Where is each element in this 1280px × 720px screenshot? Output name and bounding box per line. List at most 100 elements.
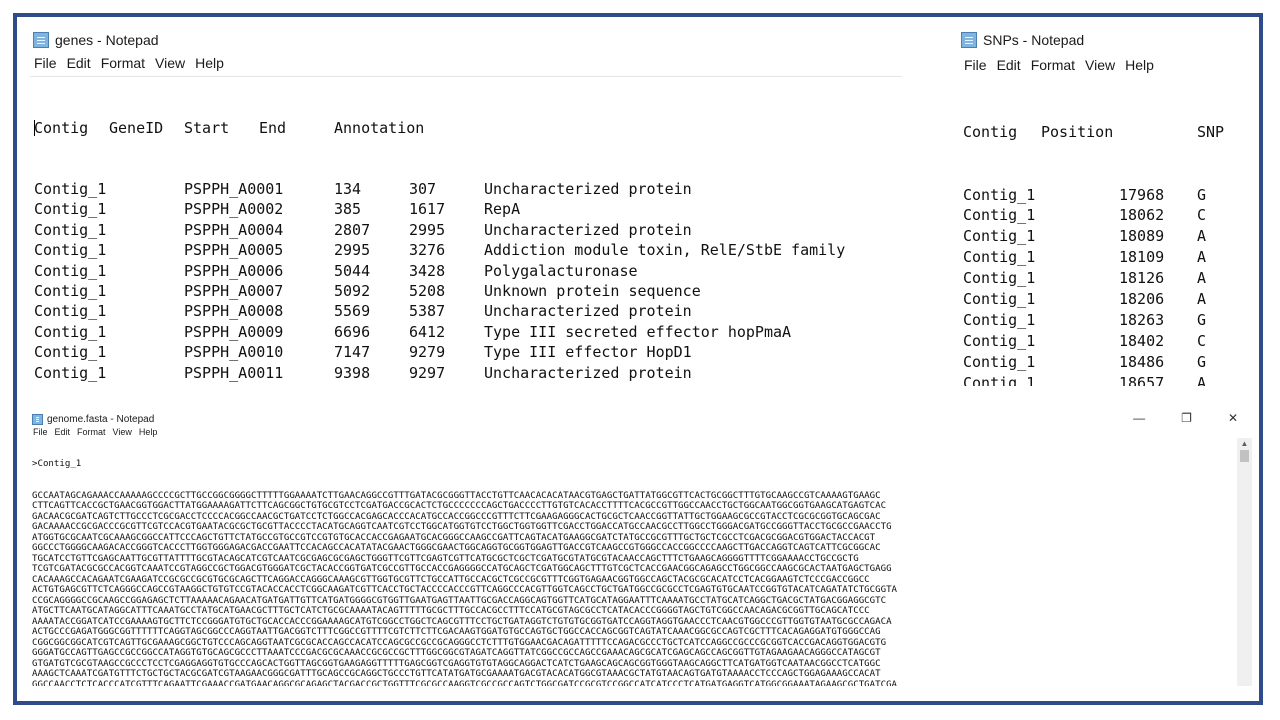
genes-header-row: Contig GeneID Start End Annotation [34, 118, 902, 138]
sequence-line: GTGATGTCGCGTAAGCCGCCCTCCTCGAGGAGGTGTGCCC… [32, 658, 881, 669]
cell-start: 9398 [334, 363, 371, 382]
cell-annotation: Type III secreted effector hopPmaA [484, 322, 792, 341]
cell-start: 6696 [334, 322, 371, 341]
col-header-annotation: Annotation [334, 118, 425, 137]
minimize-icon[interactable]: — [1133, 411, 1145, 425]
cell-position: 18402 [1119, 331, 1165, 350]
cell-start: 134 [334, 180, 362, 199]
scrollbar-thumb[interactable] [1240, 450, 1249, 462]
fasta-text-area[interactable]: >Contig_1 GCCAATAGCAGAAACCAAAAAGCCCCGCTT… [28, 438, 1236, 686]
menu-help[interactable]: Help [195, 55, 224, 77]
cell-annotation: Uncharacterized protein [484, 180, 692, 199]
cell-geneid: PSPPH_A0005 [184, 241, 284, 260]
genes-text-area[interactable]: Contig GeneID Start End Annotation Contig_1 P… [30, 76, 902, 386]
table-row: Contig_1 17968 G [963, 185, 1248, 206]
menu-view[interactable]: View [155, 55, 185, 77]
notepad-icon [32, 413, 43, 425]
cell-annotation: RepA [484, 200, 521, 219]
cell-contig: Contig_1 [963, 269, 1036, 288]
cell-geneid: PSPPH_A0004 [184, 220, 284, 239]
sequence-line: ATGCTTCAATGCATAGGCATTTCAAATGCCTATGCATGAA… [32, 606, 870, 616]
cell-contig: Contig_1 [963, 227, 1036, 246]
table-row: Contig_1 18206 A [963, 289, 1248, 310]
sequence-line: CCGCAGGGGCCGCAAGCCGGAGAGCTCTTAAAAACAGAAC… [32, 595, 887, 606]
cell-position: 18657 [1119, 373, 1165, 386]
cell-annotation: Addiction module toxin, RelE/StbE family [484, 241, 846, 260]
cell-snp: C [1197, 331, 1207, 350]
table-row: Contig_1 18263 G [963, 310, 1248, 331]
cell-position: 18486 [1119, 352, 1165, 371]
cell-end: 6412 [409, 322, 446, 341]
table-row: Contig_1 18657 A [963, 373, 1248, 386]
cell-start: 385 [334, 200, 362, 219]
cell-start: 2995 [334, 241, 371, 260]
menu-edit[interactable]: Edit [997, 57, 1021, 79]
menu-help[interactable]: Help [1125, 57, 1154, 79]
cell-contig: Contig_1 [34, 220, 107, 239]
cell-position: 18089 [1119, 227, 1165, 246]
cell-start: 5044 [334, 261, 371, 280]
cell-snp: C [1197, 206, 1207, 225]
maximize-icon[interactable]: ❐ [1181, 411, 1192, 425]
col-header-end: End [259, 118, 287, 137]
cell-start: 10738 [334, 383, 409, 386]
menu-format[interactable]: Format [1031, 57, 1075, 79]
sequence-line: CACAAAGCCACAGAATCGAAGATCCGCGCCGCGTGCGCAG… [32, 574, 870, 585]
menu-format[interactable]: Format [101, 55, 145, 77]
scroll-up-icon[interactable]: ▲ [1237, 438, 1252, 450]
menu-edit[interactable]: Edit [67, 55, 91, 77]
close-icon[interactable]: ✕ [1228, 411, 1238, 425]
cell-contig: Contig_1 [34, 282, 107, 301]
sequence-line: ACTGTGAGCGTTCTCAGGGCCAGCCGTAAGGCTGTGTCCG… [32, 585, 898, 595]
snps-text-area[interactable]: Contig Position SNP Contig_1 17968 G Contig_1… [958, 80, 1248, 386]
genes-menubar: File Edit Format View Help [30, 55, 902, 77]
cell-geneid: PSPPH_A0001 [184, 180, 284, 199]
cell-geneid: PSPPH_A0012 [184, 383, 334, 386]
fasta-titlebar[interactable]: genome.fasta - Notepad — ❐ ✕ [28, 410, 1252, 428]
cell-contig: Contig_1 [34, 200, 107, 219]
cell-contig: Contig_1 [963, 310, 1036, 329]
cell-start: 2807 [334, 220, 371, 239]
table-row: Contig_1 18402 C [963, 331, 1248, 352]
sequence-line: GGGATGCCAGTTGAGCCGCCGGCCATAGGTGTGCAGCGCC… [32, 648, 881, 658]
table-row: Contig_1 PSPPH_A0007 5092 5208 Unknown prote… [34, 281, 902, 301]
menu-file[interactable]: File [964, 57, 987, 79]
cell-start: 7147 [334, 343, 371, 362]
cell-snp: G [1197, 310, 1207, 329]
col-header-contig: Contig [34, 118, 89, 137]
sequence-line: GGCCCTGGGGCAAGACACCGGGTCACCCTTGGTGGGAGAC… [32, 543, 881, 553]
notepad-icon [33, 32, 49, 48]
cell-contig: Contig_1 [34, 322, 107, 341]
cell-annotation: Uncharacterized protein [484, 220, 692, 239]
menu-file[interactable]: File [34, 55, 57, 77]
sequence-line: GACAAAACCGCGACCCGCGTTCGTCCACGTGAATACGCGC… [32, 522, 892, 532]
snps-menubar: File Edit Format View Help [958, 57, 1248, 79]
genes-titlebar[interactable]: genes - Notepad [30, 28, 902, 52]
col-header-position: Position [1041, 122, 1114, 141]
cell-end: 9395 [409, 383, 484, 386]
table-row: Contig_1 18062 C [963, 205, 1248, 226]
sequence-line: ATGGTGCGCAATCGCAAAGCGGCCATTCCCAGCTGTTCTA… [32, 532, 876, 543]
cell-contig: Contig_1 [963, 290, 1036, 309]
cell-contig: Contig_1 [34, 383, 184, 386]
sequence-line: GGCCAACCTCTCACCCATCGTTTCAGAATTCGAAACCGAT… [32, 679, 898, 687]
vertical-scrollbar[interactable]: ▲ [1237, 438, 1252, 686]
cell-end: 9279 [409, 343, 446, 362]
cell-geneid: PSPPH_A0002 [184, 200, 284, 219]
snps-notepad-window: SNPs - Notepad File Edit Format View Hel… [958, 28, 1248, 386]
menu-view[interactable]: View [1085, 57, 1115, 79]
cell-contig: Contig_1 [963, 373, 1036, 386]
cell-snp: G [1197, 185, 1207, 204]
col-header-start: Start [184, 118, 230, 137]
table-row: Contig_1 PSPPH_A0008 5569 5387 Uncharacteriz… [34, 301, 902, 321]
sequence-line: CGGCGGCGGCATCGTCAGTTGCGAAAGCGGCTGTCCCAGC… [32, 637, 887, 648]
cell-contig: Contig_1 [34, 363, 107, 382]
cell-position: 18263 [1119, 310, 1165, 329]
notepad-icon [961, 32, 977, 48]
cell-start: 5092 [334, 282, 371, 301]
cell-contig: Contig_1 [963, 331, 1036, 350]
cell-contig: Contig_1 [34, 241, 107, 260]
snps-titlebar[interactable]: SNPs - Notepad [958, 28, 1248, 52]
snps-header-row: Contig Position SNP [963, 122, 1248, 143]
table-row: Contig_1 PSPPH_A0004 2807 2995 Uncharacteriz… [34, 220, 902, 240]
